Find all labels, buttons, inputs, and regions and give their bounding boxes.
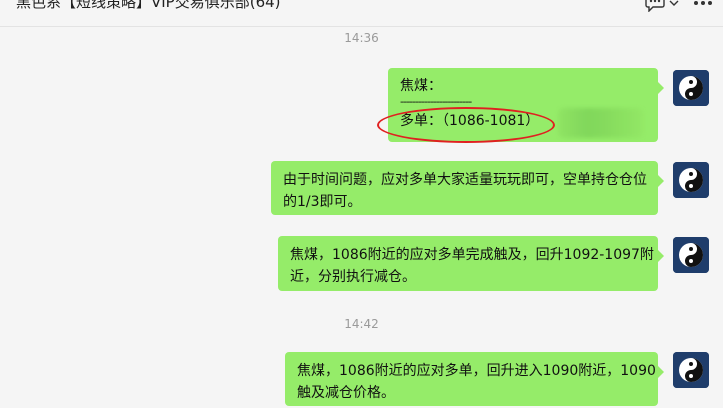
message-bubble[interactable]: 由于时间问题，应对多单大家适量玩玩即可，空单持仓仓位 的1/3即可。 [271,161,664,215]
message-line: 焦煤，1086附近的应对多单完成触及，回升1092-1097附 [290,247,654,263]
avatar[interactable] [673,162,709,198]
timestamp: 14:36 [344,31,379,45]
message-bubble[interactable]: 焦煤，1086附近的应对多单完成触及，回升1092-1097附 近，分别执行减仓… [278,236,664,291]
redacted-blur [558,108,644,138]
avatar[interactable] [673,237,709,273]
chat-window: 黑色系【短线策略】VIP交易俱乐部(64) 14:36 焦煤： --------… [0,0,723,408]
chat-options-button[interactable] [644,0,679,12]
yin-yang-icon [673,237,709,273]
message-line: 的1/3即可。 [283,194,362,210]
message-line: 近，分别执行减仓。 [290,269,416,285]
avatar[interactable] [673,70,709,106]
message-line: 焦煤，1086附近的应对多单，回升进入1090附近，1090 [297,363,656,379]
timestamp: 14:42 [344,317,379,331]
message-line: 焦煤： [400,78,442,94]
title-divider [0,26,723,27]
speech-bubble-icon [644,0,666,12]
title-actions [644,0,713,12]
title-bar: 黑色系【短线策略】VIP交易俱乐部(64) [0,0,723,18]
message-bubble[interactable]: 焦煤： ------------------------ 多单：（1086-10… [388,68,664,142]
chat-title: 黑色系【短线策略】VIP交易俱乐部(64) [16,0,281,11]
avatar[interactable] [673,352,709,388]
ellipsis-icon[interactable] [693,0,713,6]
message-line: ------------------------ [400,97,472,106]
message-line: 由于时间问题，应对多单大家适量玩玩即可，空单持仓仓位 [283,172,647,188]
message-line: 触及减仓价格。 [297,385,395,401]
yin-yang-icon [673,352,709,388]
yin-yang-icon [673,162,709,198]
yin-yang-icon [673,70,709,106]
message-bubble[interactable]: 焦煤，1086附近的应对多单，回升进入1090附近，1090 触及减仓价格。 [285,352,664,406]
chevron-down-icon [669,0,679,7]
